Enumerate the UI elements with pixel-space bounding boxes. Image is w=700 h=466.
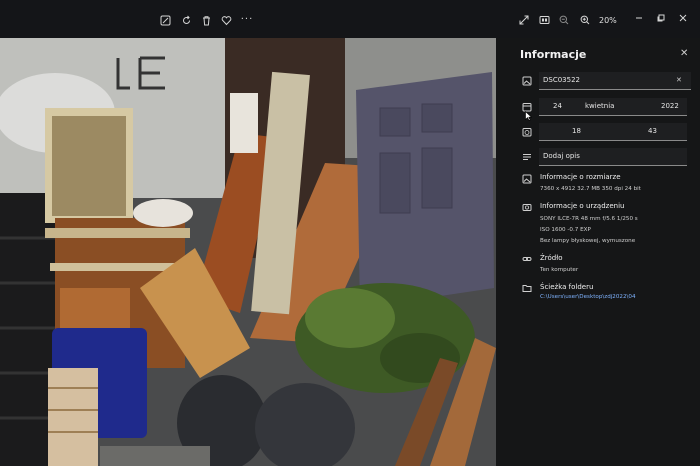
filename-value: DSC03522 <box>543 76 580 84</box>
time-hour: 18 <box>572 127 581 135</box>
device-line3: Bez lampy błyskowej, wymuszone <box>540 238 636 244</box>
clear-filename-icon[interactable]: ✕ <box>676 76 682 84</box>
film-icon[interactable] <box>537 14 551 26</box>
delete-icon[interactable] <box>199 14 213 26</box>
date-day: 24 <box>553 102 562 110</box>
zoom-in-icon[interactable] <box>578 14 592 26</box>
date-month: kwietnia <box>585 102 615 110</box>
zoom-out-icon[interactable] <box>557 14 571 26</box>
edit-icon[interactable] <box>158 14 172 26</box>
link-icon <box>521 254 532 265</box>
device-line1: SONY ILCE-7R 48 mm f/5.6 1/250 s <box>540 216 638 222</box>
rotate-icon[interactable] <box>179 14 193 26</box>
fullscreen-icon[interactable] <box>517 14 531 26</box>
close-window-icon[interactable] <box>676 12 690 24</box>
folder-path-link[interactable]: C:\Users\user\Desktop\zdj2022\04 <box>540 294 636 300</box>
heart-icon[interactable] <box>219 14 233 26</box>
maximize-icon[interactable] <box>654 12 668 24</box>
size-details: 7360 x 4912 32.7 MB 350 dpi 24 bit <box>540 186 641 192</box>
description-input[interactable]: Dodaj opis <box>539 148 687 166</box>
clock-icon <box>521 127 532 138</box>
folder-icon <box>521 283 532 294</box>
photo-viewer[interactable] <box>0 38 496 466</box>
size-heading: Informacje o rozmiarze <box>540 173 621 181</box>
size-info-icon <box>521 174 532 185</box>
filename-input[interactable]: DSC03522 <box>539 72 691 90</box>
time-picker[interactable]: 18 43 <box>539 123 687 141</box>
folder-heading: Ścieżka folderu <box>540 283 594 291</box>
date-year: 2022 <box>661 102 679 110</box>
source-value: Ten komputer <box>540 267 579 273</box>
photo-image <box>0 38 496 466</box>
close-panel-icon[interactable]: ✕ <box>680 48 688 59</box>
image-icon <box>521 76 532 87</box>
source-heading: Źródło <box>540 254 563 262</box>
zoom-level: 20% <box>599 16 617 25</box>
minimize-icon[interactable] <box>632 12 646 24</box>
camera-icon <box>521 202 532 213</box>
device-heading: Informacje o urządzeniu <box>540 202 625 210</box>
description-icon <box>521 152 532 163</box>
title-bar <box>0 0 700 38</box>
more-icon[interactable]: ··· <box>240 14 254 26</box>
panel-title: Informacje <box>520 48 587 61</box>
description-placeholder: Dodaj opis <box>543 152 580 160</box>
device-line2: ISO 1600 -0.7 EXP <box>540 227 591 233</box>
time-minute: 43 <box>648 127 657 135</box>
date-picker[interactable]: 24 kwietnia 2022 <box>539 98 687 116</box>
mouse-cursor-icon <box>525 106 533 121</box>
